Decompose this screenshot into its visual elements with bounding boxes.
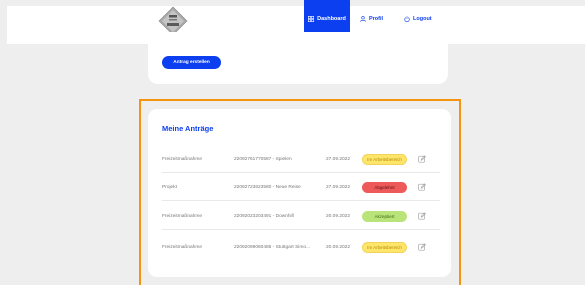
table-row[interactable]: Projekt 22092723623580 - Neue Reise 27.0… xyxy=(162,173,440,201)
edit-icon[interactable] xyxy=(418,173,426,201)
status-badge: Im Arbeitsbereich xyxy=(362,153,407,165)
create-request-button[interactable]: Antrag erstellen xyxy=(162,56,221,69)
edit-icon[interactable] xyxy=(418,145,426,173)
dashboard-icon xyxy=(308,16,315,22)
request-type: Freizeitmaßnahme xyxy=(162,244,202,250)
request-date: 27.09.2022 xyxy=(326,184,351,190)
requests-title: Meine Anträge xyxy=(162,124,214,133)
user-icon xyxy=(360,16,366,22)
status-badge: Akzeptiert xyxy=(362,210,407,222)
table-row[interactable]: Freizeitmaßnahme 22092761770587 - Spiele… xyxy=(162,145,440,173)
nav-profil-label: Profil xyxy=(369,16,384,22)
request-name: 22092723623580 - Neue Reise xyxy=(234,184,301,190)
request-date: 20.09.2022 xyxy=(326,244,351,250)
request-name: 22092099060485 - Stuttgart Simo... xyxy=(234,244,311,250)
edit-icon[interactable] xyxy=(418,202,426,230)
request-name: 22092023203491 - Downhill xyxy=(234,213,294,219)
nav-logout-label: Logout xyxy=(413,16,432,22)
table-row[interactable]: Freizeitmaßnahme 22092023203491 - Downhi… xyxy=(162,202,440,230)
nav-dashboard-label: Dashboard xyxy=(317,16,346,22)
power-icon xyxy=(404,16,410,22)
status-badge: Abgelehnt xyxy=(362,181,407,193)
request-type: Freizeitmaßnahme xyxy=(162,156,202,162)
edit-icon[interactable] xyxy=(418,233,426,261)
request-date: 27.09.2022 xyxy=(326,156,351,162)
request-type: Projekt xyxy=(162,184,177,190)
table-row[interactable]: Freizeitmaßnahme 22092099060485 - Stuttg… xyxy=(162,233,440,261)
status-badge: Im Arbeitsbereich xyxy=(362,241,407,253)
request-name: 22092761770587 - Spielen xyxy=(234,156,292,162)
row-divider xyxy=(162,229,440,230)
request-date: 20.09.2022 xyxy=(326,213,351,219)
request-type: Freizeitmaßnahme xyxy=(162,213,202,219)
row-divider xyxy=(162,200,440,201)
